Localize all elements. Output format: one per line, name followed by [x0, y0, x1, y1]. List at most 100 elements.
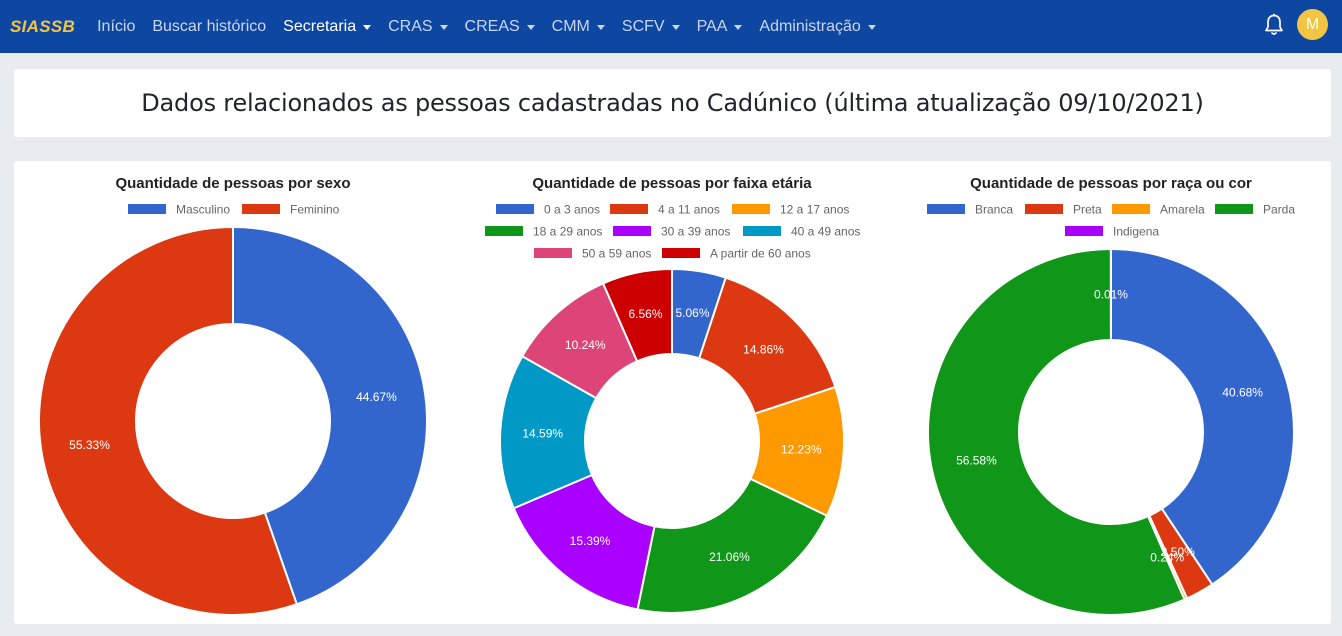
nav-item-0[interactable]: Início — [97, 18, 135, 36]
nav-item-label: Secretaria — [283, 17, 357, 35]
legend-item[interactable]: 18 a 29 anos — [485, 225, 602, 239]
legend-swatch — [1025, 204, 1063, 214]
legend-swatch — [662, 248, 700, 258]
legend-label: 12 a 17 anos — [780, 203, 849, 217]
legend-item[interactable]: 12 a 17 anos — [732, 203, 849, 217]
legend-swatch — [534, 248, 572, 258]
data-label: 0.24% — [1150, 550, 1184, 564]
nav-item-2[interactable]: Secretaria — [283, 17, 372, 36]
legend-label: 30 a 39 anos — [661, 225, 730, 239]
nav-item-1[interactable]: Buscar histórico — [152, 18, 266, 36]
doughnut-chart-1: Quantidade de pessoas por sexo Masculino F… — [38, 175, 428, 616]
nav-item-label: CREAS — [464, 17, 520, 35]
caret-down-icon — [671, 24, 680, 30]
nav-item-label: CMM — [551, 17, 590, 35]
data-label: 14.86% — [743, 342, 784, 356]
data-label: 6.56% — [628, 307, 662, 321]
data-label: 56.58% — [956, 453, 997, 467]
legend-item[interactable]: Branca — [927, 203, 1013, 217]
legend-swatch — [242, 204, 280, 214]
legend-label: 4 a 11 anos — [658, 203, 720, 217]
legend-item[interactable]: 40 a 49 anos — [743, 225, 860, 239]
bell-icon[interactable] — [1263, 13, 1285, 37]
caret-down-icon — [439, 24, 448, 30]
legend-item[interactable]: Masculino — [128, 203, 230, 217]
legend-label: Parda — [1263, 203, 1295, 217]
legend-item[interactable]: 30 a 39 anos — [613, 225, 730, 239]
caret-down-icon — [596, 24, 605, 30]
data-label: 21.06% — [709, 550, 750, 564]
legend-item[interactable]: A partir de 60 anos — [662, 247, 811, 261]
data-label: 0.01% — [1094, 288, 1128, 302]
legend-label: 0 a 3 anos — [544, 203, 600, 217]
legend-swatch — [496, 204, 534, 214]
nav-item-5[interactable]: CMM — [552, 18, 605, 36]
legend-label: Branca — [975, 203, 1013, 217]
legend-item[interactable]: Indigena — [1065, 225, 1159, 239]
legend-label: Feminino — [290, 203, 340, 217]
caret-down-icon — [867, 24, 876, 30]
caret-down-icon — [526, 24, 535, 30]
legend-label: 18 a 29 anos — [533, 225, 602, 239]
doughnut-chart-3: Quantidade de pessoas por raça ou cor Bra… — [927, 175, 1295, 616]
legend-item[interactable]: 0 a 3 anos — [496, 203, 600, 217]
legend-swatch — [613, 226, 651, 236]
legend-label: 50 a 59 anos — [582, 247, 651, 261]
navbar-right: M — [1263, 9, 1328, 40]
nav-item-7[interactable]: PAA — [697, 18, 743, 36]
caret-down-icon — [734, 24, 743, 30]
legend-label: Preta — [1073, 203, 1102, 217]
charts-card: Quantidade de pessoas por sexo Masculino F… — [14, 161, 1331, 624]
legend-swatch — [743, 226, 781, 236]
legend-swatch — [1215, 204, 1253, 214]
nav-item-3[interactable]: CRAS — [388, 17, 448, 36]
chart-title: Quantidade de pessoas por faixa etária — [532, 175, 812, 192]
nav-item-label: Buscar histórico — [152, 17, 267, 35]
legend-item[interactable]: Amarela — [1112, 203, 1205, 217]
top-navbar: SIASSB Início Buscar histórico Secretaria C… — [0, 0, 1342, 53]
nav-item-label: SCFV — [621, 17, 665, 35]
data-label: 5.06% — [675, 306, 709, 320]
legend-item[interactable]: 50 a 59 anos — [534, 247, 651, 261]
charts-canvas: Quantidade de pessoas por sexo Masculino F… — [38, 175, 1295, 616]
legend-label: Masculino — [176, 203, 230, 217]
data-label: 40.68% — [1222, 385, 1263, 399]
chart-title: Quantidade de pessoas por raça ou cor — [970, 175, 1252, 192]
data-label: 10.24% — [565, 338, 606, 352]
data-label: 14.59% — [522, 427, 563, 441]
nav-item-label: Início — [97, 17, 136, 35]
legend-label: Amarela — [1160, 203, 1205, 217]
legend-swatch — [732, 204, 770, 214]
page-title: Dados relacionados as pessoas cadastrada… — [141, 89, 1204, 117]
data-label: 44.67% — [356, 390, 397, 404]
nav-item-4[interactable]: CREAS — [465, 18, 535, 36]
legend-item[interactable]: Feminino — [242, 203, 340, 217]
legend-swatch — [485, 226, 523, 236]
legend-swatch — [128, 204, 166, 214]
nav-item-label: Administração — [759, 17, 861, 35]
data-label: 15.39% — [570, 534, 611, 548]
legend-swatch — [1065, 226, 1103, 236]
brand-logo[interactable]: SIASSB — [10, 17, 75, 37]
doughnut-chart-2: Quantidade de pessoas por faixa etária 0 … — [485, 175, 860, 614]
data-label: 55.33% — [69, 438, 110, 452]
legend-swatch — [927, 204, 965, 214]
legend-label: Indigena — [1113, 225, 1159, 239]
nav-menu: Início Buscar histórico Secretaria CRAS CREA… — [97, 18, 893, 36]
legend-swatch — [610, 204, 648, 214]
legend-item[interactable]: Parda — [1215, 203, 1295, 217]
page-title-card: Dados relacionados as pessoas cadastrada… — [14, 69, 1331, 137]
legend-swatch — [1112, 204, 1150, 214]
nav-item-label: PAA — [696, 17, 728, 35]
data-label: 12.23% — [781, 442, 822, 456]
legend-label: A partir de 60 anos — [710, 247, 811, 261]
chart-title: Quantidade de pessoas por sexo — [115, 175, 350, 192]
legend-label: 40 a 49 anos — [791, 225, 860, 239]
avatar[interactable]: M — [1297, 9, 1328, 40]
nav-item-label: CRAS — [388, 17, 433, 35]
nav-item-6[interactable]: SCFV — [622, 18, 680, 36]
caret-down-icon — [363, 24, 372, 30]
legend-item[interactable]: 4 a 11 anos — [610, 203, 720, 217]
nav-item-8[interactable]: Administração — [759, 17, 876, 36]
legend-item[interactable]: Preta — [1025, 203, 1102, 217]
